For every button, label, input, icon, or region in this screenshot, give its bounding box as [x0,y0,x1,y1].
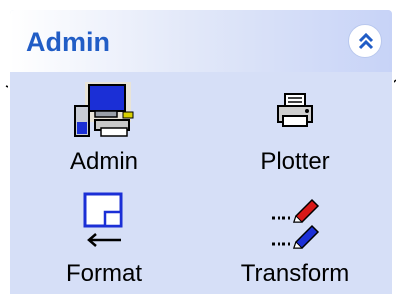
double-chevron-up-icon [358,32,374,50]
red-pen-glyph [272,198,320,223]
admin-task-panel: Admin Admin Plotter Format Transform [8,8,394,296]
admin-item-label: Admin [69,148,139,175]
page-format-icon [83,192,123,247]
plotter-item[interactable]: Plotter [205,78,385,178]
transform-item[interactable]: Transform [205,188,385,288]
printer-icon [277,93,313,127]
format-item-label: Format [65,260,142,287]
transform-pens-icon [272,198,320,249]
collapse-button[interactable] [348,24,382,58]
transform-item-label: Transform [240,260,350,287]
panel-title: Admin [26,27,110,57]
admin-workstation-icon [74,82,134,137]
format-item[interactable]: Format [14,188,194,288]
panel-header[interactable]: Admin [10,10,392,72]
admin-item[interactable]: Admin [14,78,194,178]
plotter-item-label: Plotter [260,148,330,175]
blue-pen-glyph [272,224,320,249]
